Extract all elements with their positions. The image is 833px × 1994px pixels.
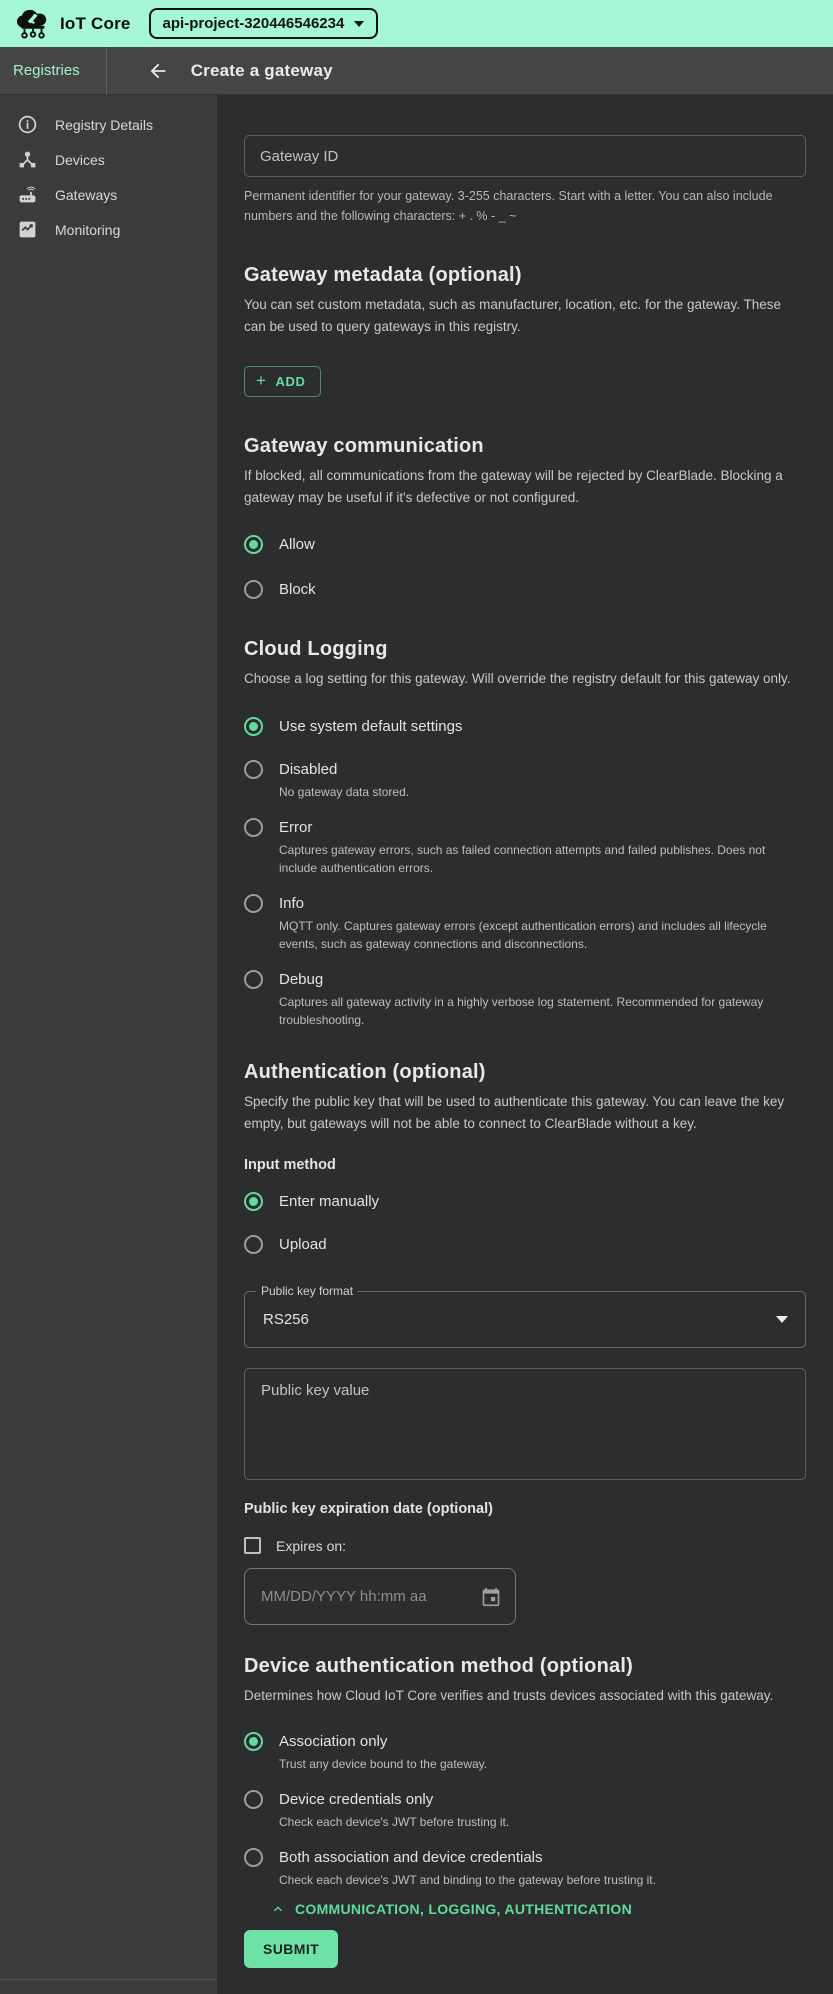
radio-use-system-default[interactable]: Use system default settings [244,716,806,737]
authentication-heading: Authentication (optional) [244,1059,806,1085]
radio-upload[interactable]: Upload [244,1234,806,1255]
radio-description: Check each device's JWT and binding to t… [279,1871,656,1889]
radio-unselected-icon [244,1235,263,1254]
communication-heading: Gateway communication [244,433,806,459]
radio-unselected-icon [244,818,263,837]
submit-button[interactable]: SUBMIT [244,1930,338,1968]
radio-debug[interactable]: Debug Captures all gateway activity in a… [244,969,806,1029]
radio-disabled[interactable]: Disabled No gateway data stored. [244,759,806,801]
sidebar: Registry Details Devices Gateways [0,95,217,1994]
public-key-format-label: Public key format [256,1284,358,1298]
radio-description: No gateway data stored. [279,783,409,801]
public-key-format-select[interactable]: Public key format RS256 [244,1291,806,1348]
radio-unselected-icon [244,1848,263,1867]
radio-selected-icon [244,717,263,736]
radio-description: Trust any device bound to the gateway. [279,1755,487,1773]
radio-description: Captures gateway errors, such as failed … [279,841,806,877]
checkbox-unchecked-icon[interactable] [244,1537,261,1554]
metadata-heading: Gateway metadata (optional) [244,262,806,288]
cloud-logging-heading: Cloud Logging [244,636,806,662]
radio-unselected-icon [244,970,263,989]
calendar-icon[interactable] [481,1587,501,1607]
chevron-up-icon [270,1901,286,1917]
expiration-date-input[interactable] [261,1588,481,1605]
cloud-logging-description: Choose a log setting for this gateway. W… [244,668,806,690]
sidebar-item-label: Monitoring [55,222,120,238]
communication-description: If blocked, all communications from the … [244,465,806,509]
radio-selected-icon [244,1732,263,1751]
expiration-date-field[interactable] [244,1568,516,1625]
device-auth-description: Determines how Cloud IoT Core verifies a… [244,1685,806,1707]
sidebar-item-devices[interactable]: Devices [0,142,217,177]
radio-association-only[interactable]: Association only Trust any device bound … [244,1731,806,1773]
expiration-date-label: Public key expiration date (optional) [244,1501,806,1517]
sidebar-item-gateways[interactable]: Gateways [0,177,217,212]
radio-selected-icon [244,1192,263,1211]
authentication-description: Specify the public key that will be used… [244,1091,806,1135]
iot-core-logo-icon [14,7,52,41]
project-selector[interactable]: api-project-320446546234 [149,8,379,39]
page-title: Create a gateway [191,61,333,81]
sidebar-item-registry-details[interactable]: Registry Details [0,107,217,142]
public-key-format-value: RS256 [263,1311,309,1328]
chevron-down-icon [354,21,364,27]
public-key-value-textarea[interactable] [244,1368,806,1480]
back-arrow-icon[interactable] [147,60,169,82]
radio-description: MQTT only. Captures gateway errors (exce… [279,917,806,953]
input-method-label: Input method [244,1157,806,1173]
router-icon [17,184,38,205]
gateway-id-input[interactable] [244,135,806,177]
plus-icon: + [256,374,267,388]
radio-info[interactable]: Info MQTT only. Captures gateway errors … [244,893,806,953]
sidebar-item-monitoring[interactable]: Monitoring [0,212,217,247]
sidebar-item-label: Registry Details [55,117,153,133]
toolbar: Registries Create a gateway [0,47,833,95]
monitoring-icon [17,219,38,240]
radio-allow[interactable]: Allow [244,534,806,555]
radio-unselected-icon [244,580,263,599]
collapse-link-label: COMMUNICATION, LOGGING, AUTHENTICATION [295,1901,632,1917]
sidebar-item-label: Devices [55,152,105,168]
app-header: IoT Core api-project-320446546234 [0,0,833,47]
radio-enter-manually[interactable]: Enter manually [244,1191,806,1212]
radio-block[interactable]: Block [244,579,806,600]
toolbar-divider [106,47,107,95]
device-hub-icon [17,149,38,170]
breadcrumb-registries[interactable]: Registries [0,62,106,79]
create-gateway-page: IoT Core api-project-320446546234 Regist… [0,0,833,1994]
radio-both-association-and-credentials[interactable]: Both association and device credentials … [244,1847,806,1889]
gateway-form: Permanent identifier for your gateway. 3… [217,95,833,1994]
app-title: IoT Core [60,14,131,34]
radio-description: Check each device's JWT before trusting … [279,1813,509,1831]
radio-unselected-icon [244,1790,263,1809]
radio-selected-icon [244,535,263,554]
device-auth-heading: Device authentication method (optional) [244,1653,806,1679]
radio-unselected-icon [244,760,263,779]
info-icon [17,114,38,135]
radio-error[interactable]: Error Captures gateway errors, such as f… [244,817,806,877]
chevron-down-icon [776,1316,788,1323]
sidebar-item-label: Gateways [55,187,117,203]
radio-unselected-icon [244,894,263,913]
project-selector-value: api-project-320446546234 [163,15,345,32]
add-metadata-button[interactable]: + ADD [244,366,321,397]
collapse-section-link[interactable]: COMMUNICATION, LOGGING, AUTHENTICATION [270,1901,806,1917]
metadata-description: You can set custom metadata, such as man… [244,294,806,338]
gateway-id-helper: Permanent identifier for your gateway. 3… [244,186,806,226]
radio-description: Captures all gateway activity in a highl… [279,993,806,1029]
add-button-label: ADD [276,374,306,389]
radio-device-credentials-only[interactable]: Device credentials only Check each devic… [244,1789,806,1831]
expires-on-checkbox-row[interactable]: Expires on: [244,1537,806,1554]
